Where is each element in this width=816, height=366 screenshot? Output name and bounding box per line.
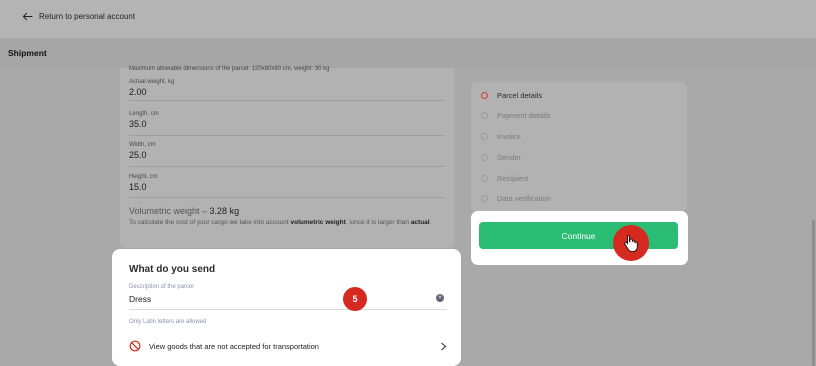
volumetric-weight-label: Volumetric weight –	[129, 206, 210, 216]
step-recipient[interactable]: Recipient	[481, 174, 528, 183]
volumetric-note: To calculate the cost of your cargo we t…	[129, 219, 445, 227]
step-label: Sender	[497, 153, 522, 162]
top-bar: Return to personal account	[0, 0, 816, 38]
page-title: Shipment	[8, 48, 47, 58]
step-number-badge: 5	[343, 287, 367, 311]
field-label: Width, cm	[129, 142, 156, 148]
return-link[interactable]: Return to personal account	[22, 11, 135, 22]
arrow-left-icon	[22, 12, 33, 21]
length-field[interactable]: Length, cm 35.0	[129, 111, 445, 136]
field-value: 25.0	[129, 150, 147, 160]
steps-panel: Parcel details Payment details Invoice S…	[471, 82, 687, 212]
latin-letters-hint: Only Latin letters are allowed	[129, 319, 207, 325]
field-label: Length, cm	[129, 111, 159, 117]
height-field[interactable]: Height, cm 15.0	[129, 174, 445, 198]
step-indicator-icon	[481, 112, 488, 119]
step-label: Parcel details	[497, 91, 543, 100]
scrollbar[interactable]	[812, 220, 815, 366]
note-bold: actual	[410, 219, 430, 226]
step-indicator-icon	[481, 92, 488, 99]
actual-weight-field[interactable]: Actual weight, kg 2.00	[129, 79, 445, 101]
step-indicator-icon	[481, 154, 488, 161]
continue-button-label: Continue	[561, 230, 596, 241]
field-label: Actual weight, kg	[129, 79, 175, 85]
field-value: 2.00	[129, 87, 147, 97]
step-label: Data verification	[497, 194, 551, 203]
dimensions-note: Maximum allowable dimensions of the parc…	[129, 66, 330, 72]
note-text: .	[429, 219, 432, 226]
view-goods-label: View goods that are not accepted for tra…	[149, 341, 319, 351]
prohibited-icon	[129, 340, 141, 352]
view-prohibited-goods-link[interactable]: View goods that are not accepted for tra…	[129, 340, 447, 352]
field-label: Height, cm	[129, 174, 158, 180]
clear-icon[interactable]: ×	[436, 294, 444, 302]
return-link-label: Return to personal account	[39, 12, 136, 21]
note-text: To calculate the cost of your cargo we t…	[129, 219, 291, 226]
chevron-right-icon	[441, 342, 447, 350]
description-label: Description of the parcel	[129, 284, 194, 290]
field-value: 35.0	[129, 119, 147, 129]
step-data-verification[interactable]: Data verification	[481, 194, 551, 203]
step-sender[interactable]: Sender	[481, 153, 521, 162]
note-bold: volumetric weight	[290, 219, 346, 226]
description-input[interactable]: Dress	[129, 294, 151, 304]
step-indicator-icon	[481, 195, 488, 202]
step-invoice[interactable]: Invoice	[481, 132, 521, 141]
continue-highlight: Continue	[471, 211, 688, 265]
parcel-dimensions-card: Maximum allowable dimensions of the parc…	[120, 66, 454, 248]
step-label: Invoice	[497, 132, 521, 141]
step-payment-details[interactable]: Payment details	[481, 111, 550, 120]
step-indicator-icon	[481, 175, 488, 182]
step-label: Payment details	[497, 111, 551, 120]
volumetric-weight: Volumetric weight – 3.28 kg	[129, 206, 239, 216]
pointer-cursor-badge	[613, 225, 649, 261]
step-label: Recipient	[497, 174, 529, 183]
description-underline	[129, 309, 447, 310]
hand-pointer-icon	[624, 234, 638, 252]
send-highlight: What do you send Description of the parc…	[112, 249, 461, 366]
send-section-title: What do you send	[129, 264, 216, 275]
step-parcel-details[interactable]: Parcel details	[481, 91, 542, 100]
what-do-you-send-card: What do you send Description of the parc…	[119, 256, 454, 360]
page-header: Shipment	[0, 38, 816, 68]
field-value: 15.0	[129, 182, 147, 192]
note-text: , since it is larger than	[345, 219, 411, 226]
step-indicator-icon	[481, 133, 488, 140]
width-field[interactable]: Width, cm 25.0	[129, 142, 445, 167]
volumetric-weight-value: 3.28 kg	[209, 206, 240, 216]
